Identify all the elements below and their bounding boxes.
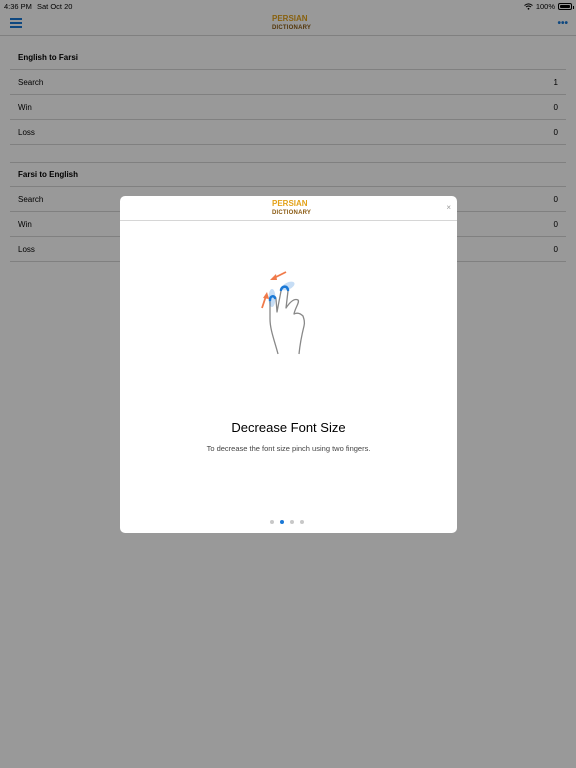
logo-line2: DICTIONARY — [272, 209, 312, 216]
modal-header: PERSIAN DICTIONARY × — [120, 196, 457, 221]
pinch-gesture-icon — [248, 264, 328, 359]
close-icon[interactable]: × — [446, 203, 451, 212]
modal-logo: PERSIAN DICTIONARY — [272, 199, 312, 217]
modal-title: Decrease Font Size — [231, 420, 346, 435]
tutorial-modal: PERSIAN DICTIONARY × Decrease Font Size … — [120, 196, 457, 533]
page-indicator[interactable] — [270, 520, 304, 524]
page-dot-active[interactable] — [280, 520, 284, 524]
page-dot[interactable] — [290, 520, 294, 524]
modal-description: To decrease the font size pinch using tw… — [206, 444, 371, 453]
page-dot[interactable] — [300, 520, 304, 524]
page-dot[interactable] — [270, 520, 274, 524]
logo-line1: PERSIAN — [272, 199, 308, 208]
